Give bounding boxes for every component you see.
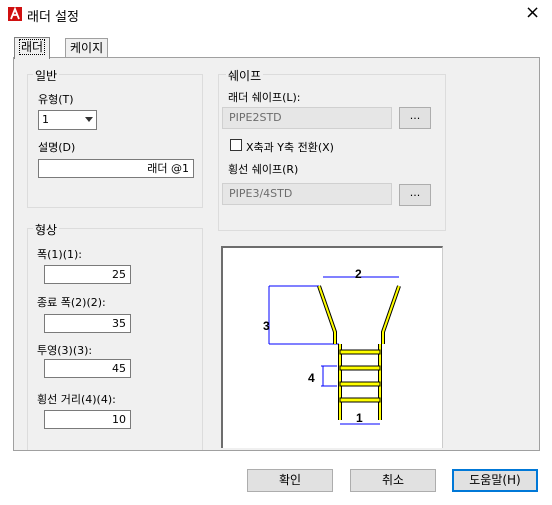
rung-shape-label: 횡선 쉐이프(R) bbox=[228, 163, 299, 176]
geometry-group-title: 형상 bbox=[33, 221, 60, 238]
swap-axes-label: X축과 Y축 전환(X) bbox=[246, 141, 334, 154]
window-title: 래더 설정 bbox=[27, 10, 79, 25]
rung-shape-input[interactable]: PIPE3/4STD bbox=[222, 183, 392, 205]
rung-shape-browse-button[interactable]: ... bbox=[399, 184, 431, 206]
dim-label-1: 1 bbox=[356, 411, 363, 425]
end-width-label: 종료 폭(2)(2): bbox=[37, 296, 106, 309]
chevron-down-icon bbox=[85, 117, 93, 122]
ladder-shape-input[interactable]: PIPE2STD bbox=[222, 107, 392, 129]
rung-distance-label: 횡선 거리(4)(4): bbox=[37, 393, 116, 406]
ok-button[interactable]: 확인 bbox=[247, 469, 333, 492]
rung bbox=[339, 381, 381, 387]
dim-label-2: 2 bbox=[355, 267, 362, 281]
shape-group-title: 쉐이프 bbox=[226, 67, 264, 84]
tab-cage[interactable]: 케이지 bbox=[65, 38, 109, 59]
width-input[interactable]: 25 bbox=[44, 265, 131, 284]
cancel-button[interactable]: 취소 bbox=[350, 469, 436, 492]
rung-distance-input[interactable]: 10 bbox=[44, 410, 131, 429]
width-label: 폭(1)(1): bbox=[37, 248, 82, 261]
description-label: 설명(D) bbox=[38, 141, 76, 154]
swap-axes-checkbox[interactable] bbox=[230, 139, 242, 151]
ladder-shape-browse-button[interactable]: ... bbox=[399, 107, 431, 129]
general-group-title: 일반 bbox=[33, 67, 60, 84]
ladder-diagram: 2 3 4 1 bbox=[263, 267, 403, 428]
tab-ladder[interactable]: 래더 bbox=[14, 37, 51, 59]
autocad-app-icon bbox=[8, 7, 22, 21]
projection-label: 투영(3)(3): bbox=[37, 344, 93, 357]
help-button[interactable]: 도움말(H) bbox=[452, 469, 538, 492]
dim-label-4: 4 bbox=[308, 371, 315, 385]
type-select[interactable]: 1 bbox=[38, 110, 97, 130]
rung bbox=[339, 365, 381, 371]
ladder-shape-label: 래더 쉐이프(L): bbox=[228, 91, 301, 104]
type-select-value: 1 bbox=[42, 113, 49, 126]
tab-ladder-label: 래더 bbox=[19, 39, 46, 55]
ladder-preview: 2 3 4 1 bbox=[221, 246, 443, 448]
close-icon[interactable]: × bbox=[525, 3, 540, 23]
tab-cage-label: 케이지 bbox=[70, 41, 104, 55]
title-bar: 래더 설정 × bbox=[0, 0, 552, 30]
end-width-input[interactable]: 35 bbox=[44, 314, 131, 333]
rung bbox=[339, 397, 381, 403]
rung bbox=[339, 349, 381, 355]
dim-label-3: 3 bbox=[263, 319, 270, 333]
type-label: 유형(T) bbox=[38, 93, 74, 106]
description-input[interactable]: 래더 @1 bbox=[38, 159, 194, 178]
projection-input[interactable]: 45 bbox=[44, 359, 131, 378]
